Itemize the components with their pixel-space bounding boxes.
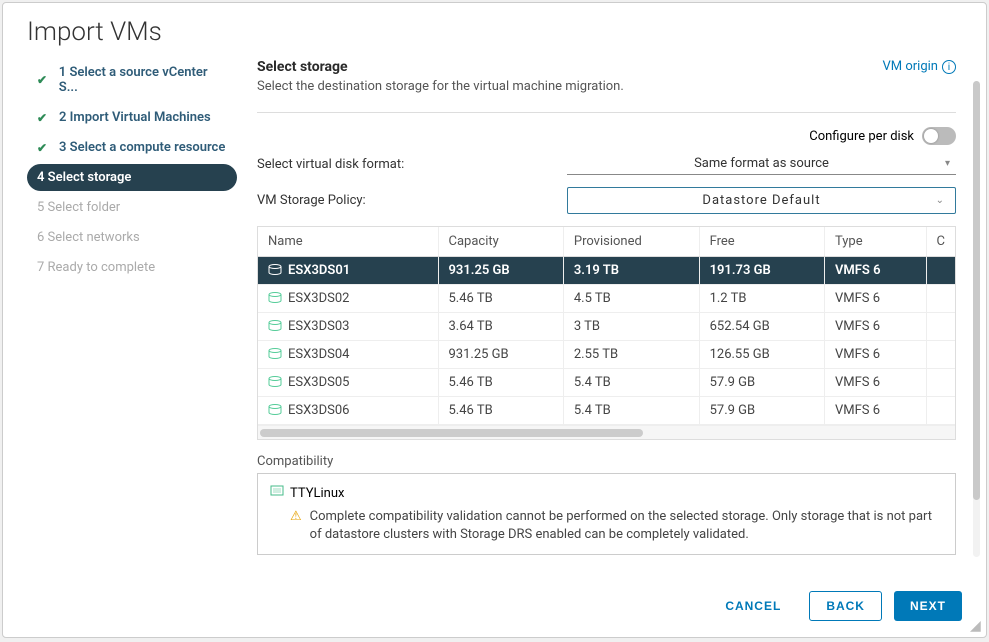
check-icon: ✔ — [37, 141, 51, 155]
cancel-button[interactable]: CANCEL — [709, 591, 797, 621]
datastore-row[interactable]: ESX3DS01931.25 GB3.19 TB191.73 GBVMFS 6 — [258, 257, 955, 285]
storage-policy-value: Datastore Default — [702, 193, 820, 208]
vm-origin-label: VM origin — [883, 59, 938, 74]
storage-policy-select[interactable]: Datastore Default ⌄ — [567, 187, 956, 214]
divider — [257, 112, 956, 113]
section-title: Select storage — [257, 59, 624, 75]
compatibility-label: Compatibility — [257, 454, 956, 469]
col-type[interactable]: Type — [824, 227, 926, 257]
compat-vm-name: TTYLinux — [290, 486, 344, 501]
datastore-icon — [268, 404, 282, 415]
col-provisioned[interactable]: Provisioned — [563, 227, 699, 257]
datastore-icon — [268, 320, 282, 331]
datastore-row[interactable]: ESX3DS025.46 TB4.5 TB1.2 TBVMFS 6 — [258, 285, 955, 313]
datastore-icon — [268, 292, 282, 303]
col-c[interactable]: C — [926, 227, 955, 257]
disk-format-select[interactable]: Same format as source ▾ — [567, 153, 956, 175]
info-icon: i — [942, 60, 956, 74]
vm-origin-link[interactable]: VM origin i — [883, 59, 956, 74]
datastore-row[interactable]: ESX3DS04931.25 GB2.55 TB126.55 GBVMFS 6 — [258, 341, 955, 369]
datastore-icon — [268, 376, 282, 387]
configure-per-disk-toggle[interactable] — [922, 127, 956, 145]
datastore-table: NameCapacityProvisionedFreeTypeC ESX3DS0… — [257, 226, 956, 440]
datastore-row[interactable]: ESX3DS033.64 TB3 TB652.54 GBVMFS 6 — [258, 313, 955, 341]
wizard-step-1[interactable]: ✔1 Select a source vCenter S... — [27, 59, 237, 101]
datastore-row[interactable]: ESX3DS055.46 TB5.4 TB57.9 GBVMFS 6 — [258, 369, 955, 397]
datastore-row[interactable]: ESX3DS065.46 TB5.4 TB57.9 GBVMFS 6 — [258, 397, 955, 425]
col-name[interactable]: Name — [258, 227, 438, 257]
chevron-down-icon: ▾ — [945, 158, 950, 169]
disk-format-label: Select virtual disk format: — [257, 157, 567, 172]
datastore-icon — [268, 264, 282, 275]
vertical-scrollbar[interactable] — [973, 81, 980, 557]
dialog-content: ✔1 Select a source vCenter S... ✔2 Import… — [3, 59, 986, 576]
warning-icon: ⚠ — [290, 508, 302, 544]
resize-handle[interactable]: ◢ — [970, 621, 982, 633]
wizard-step-3[interactable]: ✔3 Select a compute resource — [27, 134, 237, 161]
horizontal-scrollbar[interactable] — [258, 425, 955, 439]
wizard-step-7: 7 Ready to complete — [27, 254, 237, 281]
dialog-footer: CANCEL BACK NEXT — [3, 576, 986, 637]
vm-icon — [270, 484, 284, 502]
col-capacity[interactable]: Capacity — [438, 227, 563, 257]
section-subtitle: Select the destination storage for the v… — [257, 79, 624, 94]
datastore-icon — [268, 348, 282, 359]
main-panel: Select storage Select the destination st… — [247, 59, 976, 576]
configure-per-disk-row: Configure per disk — [257, 127, 956, 145]
wizard-steps: ✔1 Select a source vCenter S... ✔2 Import… — [27, 59, 247, 576]
compat-message: Complete compatibility validation cannot… — [310, 508, 943, 544]
wizard-step-5: 5 Select folder — [27, 194, 237, 221]
chevron-down-icon: ⌄ — [936, 195, 945, 206]
dialog-title: Import VMs — [3, 3, 986, 59]
compatibility-box: TTYLinux ⚠ Complete compatibility valida… — [257, 473, 956, 555]
configure-per-disk-label: Configure per disk — [809, 129, 914, 144]
check-icon: ✔ — [37, 111, 51, 125]
wizard-step-4[interactable]: 4 Select storage — [27, 164, 237, 191]
disk-format-value: Same format as source — [694, 156, 829, 171]
back-button[interactable]: BACK — [809, 591, 882, 621]
wizard-step-6: 6 Select networks — [27, 224, 237, 251]
col-free[interactable]: Free — [699, 227, 824, 257]
storage-policy-label: VM Storage Policy: — [257, 193, 567, 208]
import-vms-dialog: Import VMs ✔1 Select a source vCenter S.… — [2, 2, 987, 638]
check-icon: ✔ — [37, 73, 51, 87]
next-button[interactable]: NEXT — [894, 591, 962, 621]
wizard-step-2[interactable]: ✔2 Import Virtual Machines — [27, 104, 237, 131]
